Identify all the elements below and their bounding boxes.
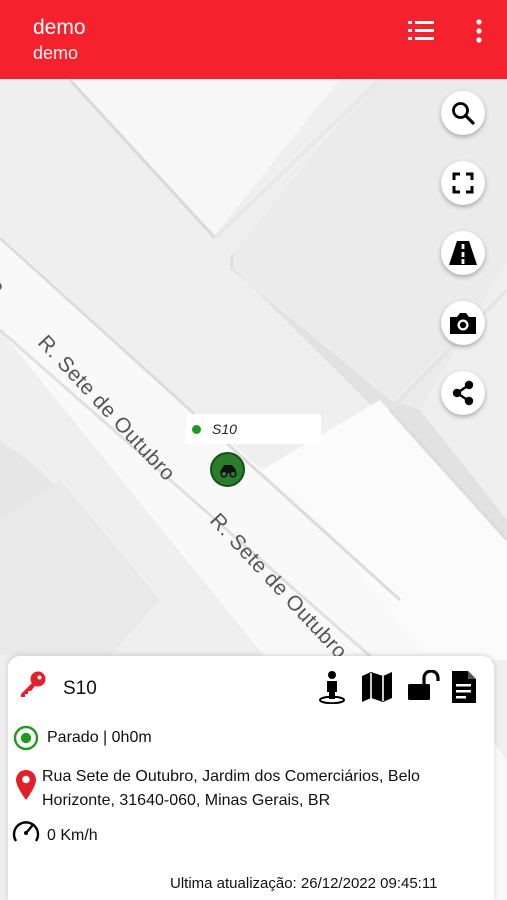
app-subtitle: demo (33, 43, 79, 63)
status-dot (192, 425, 201, 434)
vehicle-icon (219, 464, 237, 478)
search-button[interactable] (441, 91, 485, 135)
document-icon[interactable] (450, 670, 478, 704)
road-button[interactable] (441, 231, 485, 275)
vehicle-marker-label: S10 (186, 414, 321, 444)
map-icon[interactable] (360, 670, 394, 704)
status-indicator-icon (13, 725, 39, 751)
camera-icon (450, 313, 476, 334)
road-icon (449, 241, 477, 265)
more-vert-icon (476, 19, 482, 43)
location-pin-icon (16, 770, 36, 800)
search-icon (452, 102, 475, 125)
app-title: demo (33, 16, 86, 39)
vehicle-name: S10 (63, 678, 97, 699)
share-icon (452, 380, 474, 406)
more-options-button[interactable] (466, 14, 492, 48)
status-text: Parado | 0h0m (47, 729, 152, 746)
vehicle-info-panel: S10 Parado | 0h0m Rua Sete de Outubro, J… (8, 656, 494, 900)
vehicle-speed: 0 Km/h (47, 827, 98, 844)
vehicle-marker-name: S10 (212, 421, 237, 437)
list-button[interactable] (404, 16, 438, 46)
share-button[interactable] (441, 371, 485, 415)
speedometer-icon (12, 821, 40, 842)
camera-button[interactable] (441, 301, 485, 345)
person-pin-icon[interactable] (318, 670, 346, 704)
vehicle-marker[interactable] (210, 452, 245, 487)
last-update-text: Ultima atualização: 26/12/2022 09:45:11 (170, 875, 438, 892)
list-icon (408, 21, 434, 40)
fullscreen-button[interactable] (441, 161, 485, 205)
vehicle-address: Rua Sete de Outubro, Jardim dos Comerciá… (42, 768, 420, 809)
fullscreen-icon (452, 172, 474, 194)
key-icon (21, 671, 46, 697)
lock-open-icon[interactable] (406, 670, 440, 702)
app-bar: demo demo (0, 0, 507, 79)
